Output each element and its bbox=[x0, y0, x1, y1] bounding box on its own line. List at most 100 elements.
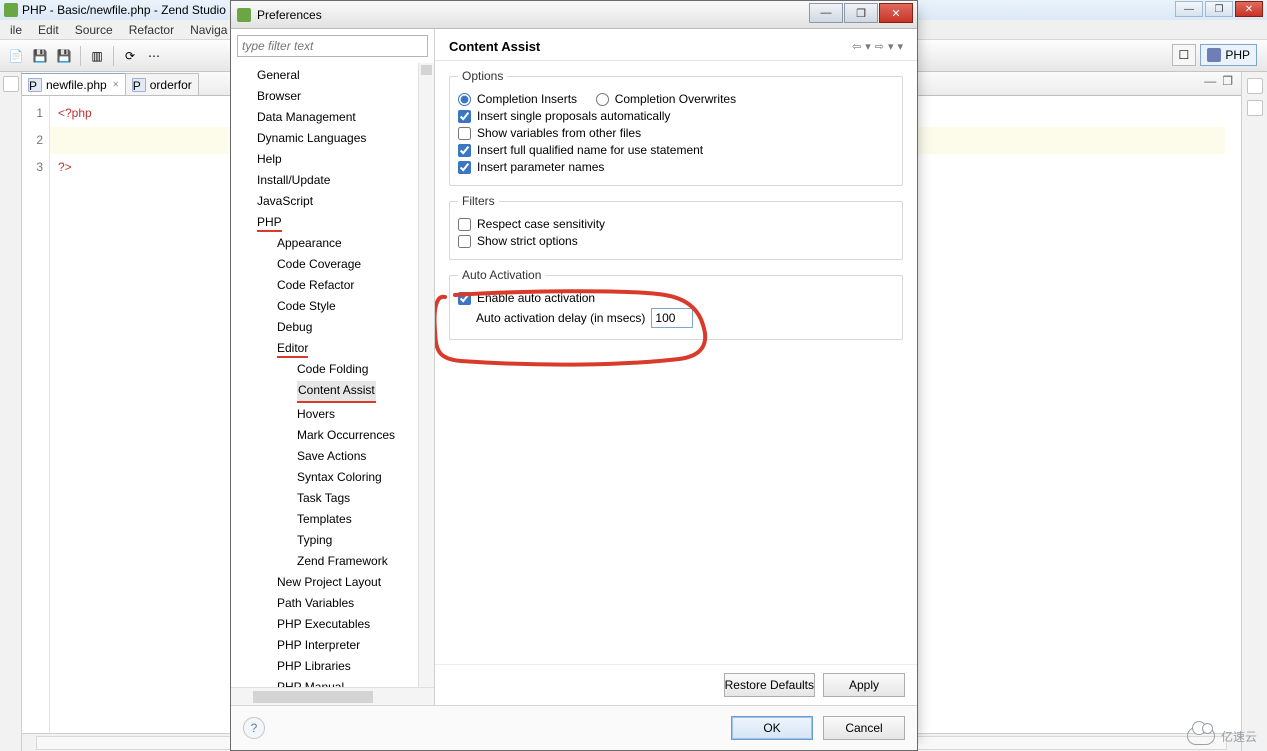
tree-install-update[interactable]: Install/Update bbox=[231, 171, 330, 190]
tab-orderform[interactable]: P orderfor bbox=[125, 73, 199, 95]
label-single-proposals: Insert single proposals automatically bbox=[477, 109, 670, 123]
radio-completion-overwrites[interactable] bbox=[596, 93, 609, 106]
dialog-app-icon bbox=[237, 8, 251, 22]
code-area[interactable]: <?php ?> bbox=[50, 96, 92, 733]
tree-php-new-project-layout[interactable]: New Project Layout bbox=[231, 573, 381, 592]
maximize-view-icon[interactable]: ❐ bbox=[1222, 74, 1233, 88]
cancel-button[interactable]: Cancel bbox=[823, 716, 905, 740]
tree-hscroll[interactable] bbox=[231, 687, 434, 705]
menu-file[interactable]: ile bbox=[2, 23, 30, 37]
saveall-icon[interactable]: 💾 bbox=[55, 47, 73, 65]
dialog-close-button[interactable]: ✕ bbox=[879, 3, 913, 23]
tree-php-interpreter[interactable]: PHP Interpreter bbox=[231, 636, 360, 655]
tree-php-code-coverage[interactable]: Code Coverage bbox=[231, 255, 361, 274]
preferences-tree[interactable]: General Browser Data Management Dynamic … bbox=[231, 63, 434, 687]
minimize-button[interactable]: — bbox=[1175, 1, 1203, 17]
tree-php-appearance[interactable]: Appearance bbox=[231, 234, 342, 253]
tree-vscroll[interactable] bbox=[418, 63, 434, 687]
forward-icon[interactable]: ⇨ bbox=[875, 40, 884, 53]
cb-fqn[interactable] bbox=[458, 144, 471, 157]
tree-php-path-variables[interactable]: Path Variables bbox=[231, 594, 354, 613]
tree-editor-typing[interactable]: Typing bbox=[231, 531, 332, 550]
label-param-names: Insert parameter names bbox=[477, 160, 604, 174]
tab-tools: — ❐ bbox=[1204, 74, 1233, 88]
tree-php-executables[interactable]: PHP Executables bbox=[231, 615, 370, 634]
options-group: Options Completion Inserts Completion Ov… bbox=[449, 69, 903, 186]
close-button[interactable]: ✕ bbox=[1235, 1, 1263, 17]
tree-editor-templates[interactable]: Templates bbox=[231, 510, 352, 529]
dialog-maximize-button[interactable]: ❐ bbox=[844, 3, 878, 23]
dialog-minimize-button[interactable]: — bbox=[809, 3, 843, 23]
back-icon[interactable]: ⇦ bbox=[852, 40, 861, 53]
tree-php[interactable]: PHP bbox=[231, 213, 282, 232]
tree-php-libraries[interactable]: PHP Libraries bbox=[231, 657, 351, 676]
cb-strict-options[interactable] bbox=[458, 235, 471, 248]
tree-general[interactable]: General bbox=[231, 66, 300, 85]
menu-refactor[interactable]: Refactor bbox=[121, 23, 182, 37]
view-icon[interactable] bbox=[1247, 100, 1263, 116]
dialog-titlebar: Preferences — ❐ ✕ bbox=[231, 1, 917, 29]
tree-editor-hovers[interactable]: Hovers bbox=[231, 405, 335, 424]
apply-button[interactable]: Apply bbox=[823, 673, 905, 697]
page-menu-icon[interactable]: ▾ bbox=[897, 40, 903, 53]
outline-view-icon[interactable] bbox=[1247, 78, 1263, 94]
tree-browser[interactable]: Browser bbox=[231, 87, 301, 106]
forward-menu-icon[interactable]: ▾ bbox=[888, 40, 894, 53]
help-button[interactable]: ? bbox=[243, 717, 265, 739]
tree-php-debug[interactable]: Debug bbox=[231, 318, 312, 337]
filter-input[interactable] bbox=[237, 35, 428, 57]
input-delay-msecs[interactable] bbox=[651, 308, 693, 328]
tree-help[interactable]: Help bbox=[231, 150, 282, 169]
cb-case-sensitivity[interactable] bbox=[458, 218, 471, 231]
sync-icon[interactable]: ⟳ bbox=[121, 47, 139, 65]
back-menu-icon[interactable]: ▾ bbox=[865, 40, 871, 53]
cb-show-vars[interactable] bbox=[458, 127, 471, 140]
tree-dynamic-languages[interactable]: Dynamic Languages bbox=[231, 129, 366, 148]
maximize-button[interactable]: ❐ bbox=[1205, 1, 1233, 17]
minimize-view-icon[interactable]: — bbox=[1204, 74, 1216, 88]
restore-defaults-button[interactable]: Restore Defaults bbox=[724, 673, 815, 697]
cb-enable-auto-activation[interactable] bbox=[458, 292, 471, 305]
tree-editor-code-folding[interactable]: Code Folding bbox=[231, 360, 368, 379]
ide-title: PHP - Basic/newfile.php - Zend Studio bbox=[22, 3, 226, 17]
watermark: 亿速云 bbox=[1187, 727, 1257, 745]
open-perspective-button[interactable]: ☐ bbox=[1172, 44, 1197, 66]
gutter: 1 2 3 bbox=[22, 96, 50, 733]
ok-button[interactable]: OK bbox=[731, 716, 813, 740]
perspective-php[interactable]: PHP bbox=[1200, 44, 1257, 66]
tree-editor-syntax-coloring[interactable]: Syntax Coloring bbox=[231, 468, 382, 487]
cb-param-names[interactable] bbox=[458, 161, 471, 174]
menu-source[interactable]: Source bbox=[67, 23, 121, 37]
tree-editor-content-assist[interactable]: Content Assist bbox=[231, 381, 376, 403]
cb-single-proposals[interactable] bbox=[458, 110, 471, 123]
tree-data-management[interactable]: Data Management bbox=[231, 108, 356, 127]
tool-icon[interactable]: ▥ bbox=[88, 47, 106, 65]
menu-navigate[interactable]: Naviga bbox=[182, 23, 235, 37]
watermark-text: 亿速云 bbox=[1221, 728, 1257, 745]
label-enable-auto-activation: Enable auto activation bbox=[477, 291, 595, 305]
new-icon[interactable]: 📄 bbox=[7, 47, 25, 65]
tab-newfile[interactable]: P newfile.php ✕ bbox=[21, 73, 126, 95]
menu-edit[interactable]: Edit bbox=[30, 23, 67, 37]
tab-close-icon[interactable]: ✕ bbox=[113, 79, 119, 90]
tab-label: newfile.php bbox=[46, 78, 107, 92]
tree-php-editor[interactable]: Editor bbox=[231, 339, 308, 358]
auto-activation-group: Auto Activation Enable auto activation A… bbox=[449, 268, 903, 340]
tree-php-manual[interactable]: PHP Manual bbox=[231, 678, 344, 687]
save-icon[interactable]: 💾 bbox=[31, 47, 49, 65]
page-nav: ⇦ ▾ ⇨ ▾ ▾ bbox=[852, 40, 903, 53]
tree-php-code-refactor[interactable]: Code Refactor bbox=[231, 276, 354, 295]
ide-window-controls: — ❐ ✕ bbox=[1175, 1, 1263, 17]
tree-editor-task-tags[interactable]: Task Tags bbox=[231, 489, 350, 508]
radio-completion-inserts[interactable] bbox=[458, 93, 471, 106]
tree-editor-mark-occurrences[interactable]: Mark Occurrences bbox=[231, 426, 395, 445]
tree-editor-zend-framework[interactable]: Zend Framework bbox=[231, 552, 388, 571]
tree-javascript[interactable]: JavaScript bbox=[231, 192, 313, 211]
dialog-title: Preferences bbox=[257, 8, 322, 22]
tool-icon[interactable]: ⋯ bbox=[145, 47, 163, 65]
preferences-dialog: Preferences — ❐ ✕ General Browser Data M… bbox=[230, 0, 918, 751]
view-icon[interactable] bbox=[3, 76, 19, 92]
tree-php-code-style[interactable]: Code Style bbox=[231, 297, 336, 316]
tree-editor-save-actions[interactable]: Save Actions bbox=[231, 447, 366, 466]
label-strict-options: Show strict options bbox=[477, 234, 578, 248]
